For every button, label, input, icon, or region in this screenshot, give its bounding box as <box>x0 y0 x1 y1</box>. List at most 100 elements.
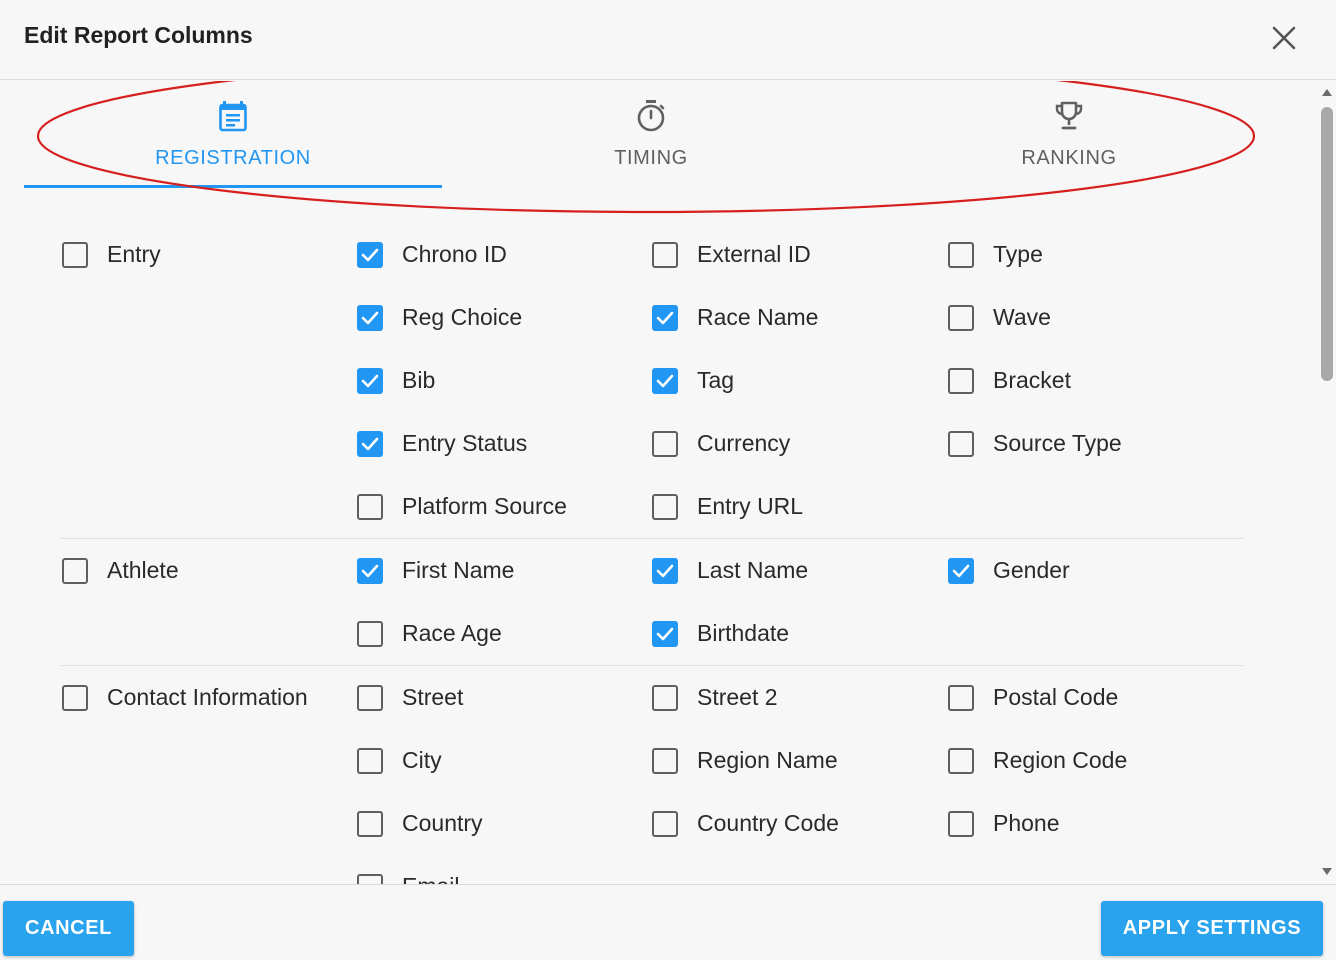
column-checkbox[interactable]: Phone <box>948 792 1060 855</box>
column-checkbox[interactable]: Bracket <box>948 349 1071 412</box>
checkbox-box[interactable] <box>652 241 678 268</box>
checkbox-box[interactable] <box>948 241 974 268</box>
column-checkbox[interactable]: Street 2 <box>652 666 778 729</box>
column-checkbox[interactable]: Country <box>357 792 483 855</box>
column-checkbox[interactable]: Type <box>948 223 1043 286</box>
dialog-content: REGISTRATION TIMING RANKING Entry Chrono… <box>0 81 1336 884</box>
vertical-scrollbar[interactable] <box>1318 81 1336 884</box>
checkbox-label: Type <box>993 241 1043 267</box>
column-checkbox[interactable]: Source Type <box>948 412 1122 475</box>
checkbox-box[interactable] <box>948 430 974 457</box>
column-checkbox[interactable]: Email <box>357 855 460 884</box>
group-checkbox[interactable]: Athlete <box>62 539 179 602</box>
column-checkbox[interactable]: Bib <box>357 349 435 412</box>
column-checkbox[interactable]: Birthdate <box>652 602 789 665</box>
column-checkbox[interactable]: Currency <box>652 412 790 475</box>
checkbox-box[interactable] <box>357 620 383 647</box>
tab-timing[interactable]: TIMING <box>442 81 860 189</box>
checkbox-box[interactable] <box>652 810 678 837</box>
close-button[interactable] <box>1266 20 1302 56</box>
scrollbar-thumb[interactable] <box>1321 107 1333 381</box>
checkbox-box[interactable] <box>62 684 88 711</box>
checkbox-box[interactable] <box>652 557 678 584</box>
column-checkbox[interactable]: Wave <box>948 286 1051 349</box>
checkmark-icon <box>656 311 674 324</box>
checkbox-label: Country <box>402 810 483 836</box>
checkbox-box[interactable] <box>948 367 974 394</box>
checkbox-row: Contact Information Street Street 2 Postal … <box>60 666 1244 729</box>
checkmark-icon <box>952 564 970 577</box>
group-checkbox[interactable]: Entry <box>62 223 161 286</box>
checkbox-box[interactable] <box>357 367 383 394</box>
column-checkbox[interactable]: Country Code <box>652 792 839 855</box>
column-checkbox[interactable]: Race Name <box>652 286 818 349</box>
checkbox-label: Platform Source <box>402 493 567 519</box>
checkbox-row: Entry Chrono ID External ID Type <box>60 223 1244 286</box>
checkbox-box[interactable] <box>652 620 678 647</box>
checkbox-box[interactable] <box>948 304 974 331</box>
column-checkbox[interactable]: City <box>357 729 442 792</box>
checkbox-box[interactable] <box>357 873 383 884</box>
checkbox-box[interactable] <box>948 810 974 837</box>
checkbox-box[interactable] <box>62 241 88 268</box>
checkbox-box[interactable] <box>357 493 383 520</box>
checkbox-label: Reg Choice <box>402 304 523 330</box>
checkbox-box[interactable] <box>652 747 678 774</box>
column-checkbox[interactable]: Tag <box>652 349 734 412</box>
checkbox-box[interactable] <box>948 557 974 584</box>
column-checkbox[interactable]: Entry Status <box>357 412 527 475</box>
checkbox-box[interactable] <box>357 810 383 837</box>
apply-settings-button[interactable]: APPLY SETTINGS <box>1101 901 1323 956</box>
checkbox-row: Race Age Birthdate <box>60 602 1244 665</box>
column-checkbox[interactable]: First Name <box>357 539 514 602</box>
checkbox-box[interactable] <box>357 304 383 331</box>
checkbox-box[interactable] <box>652 493 678 520</box>
column-checkbox[interactable]: Race Age <box>357 602 502 665</box>
checkbox-label: Last Name <box>697 557 809 583</box>
checkbox-box[interactable] <box>62 557 88 584</box>
column-checkbox[interactable]: Street <box>357 666 463 729</box>
active-tab-indicator <box>24 185 442 188</box>
checkmark-icon <box>656 564 674 577</box>
group-checkbox[interactable]: Contact Information <box>62 666 308 729</box>
column-checkbox[interactable]: External ID <box>652 223 811 286</box>
checkmark-icon <box>361 564 379 577</box>
checkbox-box[interactable] <box>652 430 678 457</box>
tab-registration[interactable]: REGISTRATION <box>24 81 442 189</box>
checkbox-box[interactable] <box>652 684 678 711</box>
checkbox-label: Street 2 <box>697 684 778 710</box>
column-checkbox[interactable]: Gender <box>948 539 1070 602</box>
column-checkbox[interactable]: Platform Source <box>357 475 567 538</box>
checkbox-label: Entry Status <box>402 430 528 456</box>
checkmark-icon <box>656 627 674 640</box>
column-checkbox[interactable]: Reg Choice <box>357 286 522 349</box>
checkbox-box[interactable] <box>652 367 678 394</box>
checkbox-box[interactable] <box>357 684 383 711</box>
column-checkbox[interactable]: Last Name <box>652 539 808 602</box>
checkbox-label: Gender <box>993 557 1070 583</box>
checkbox-label: Country Code <box>697 810 839 836</box>
checkbox-row: Athlete First Name Last Name Gender <box>60 539 1244 602</box>
tab-label: RANKING <box>1021 147 1117 169</box>
column-checkbox[interactable]: Postal Code <box>948 666 1118 729</box>
checkbox-row: Bib Tag Bracket <box>60 349 1244 412</box>
checkbox-row: Reg Choice Race Name Wave <box>60 286 1244 349</box>
checkbox-box[interactable] <box>357 557 383 584</box>
checkbox-box[interactable] <box>357 747 383 774</box>
cancel-button[interactable]: CANCEL <box>3 901 134 956</box>
checkbox-box[interactable] <box>357 241 383 268</box>
column-checkbox[interactable]: Region Code <box>948 729 1127 792</box>
checkbox-box[interactable] <box>948 684 974 711</box>
checkbox-box[interactable] <box>652 304 678 331</box>
trophy-icon <box>1055 101 1083 130</box>
checkbox-box[interactable] <box>357 430 383 457</box>
column-checkbox[interactable]: Region Name <box>652 729 838 792</box>
column-checkbox[interactable]: Entry URL <box>652 475 803 538</box>
checkbox-label: Tag <box>697 367 735 393</box>
column-checkbox[interactable]: Chrono ID <box>357 223 507 286</box>
tab-ranking[interactable]: RANKING <box>860 81 1278 189</box>
scroll-down-icon[interactable] <box>1321 867 1333 877</box>
checkmark-icon <box>656 374 674 387</box>
scroll-up-icon[interactable] <box>1321 87 1333 97</box>
checkbox-box[interactable] <box>948 747 974 774</box>
